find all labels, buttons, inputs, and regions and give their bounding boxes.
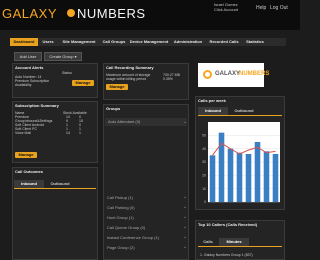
call-recording-title: Call Recording Summary (106, 65, 154, 70)
chart-bar (227, 148, 234, 202)
account-alerts-status-header: Status (62, 71, 72, 75)
chevron-down-icon: ⌄ (183, 244, 188, 250)
top-callers-row: 1. Galaxy Numbers Group 1 (837) (200, 253, 253, 257)
group-item-call-parking[interactable]: Call Parking (0) (107, 205, 135, 210)
top-callers-tab-calls[interactable]: Calls (198, 238, 218, 246)
group-item-call-pickup[interactable]: Call Pickup (1) (107, 195, 133, 200)
chart-bar (209, 155, 216, 202)
top-callers-title: Top 10 Callers (Calls Received) (198, 222, 258, 227)
calls-per-week-tab-inbound[interactable]: Inbound (198, 107, 228, 115)
chevron-down-icon: ⌄ (183, 194, 188, 200)
group-item-page-group[interactable]: Page Group (2) (107, 245, 135, 250)
account-alerts-title: Account Alerts (15, 65, 44, 70)
calls-per-week-title: Calls per week (198, 98, 226, 103)
top-callers-tab-minutes[interactable]: Minutes (219, 238, 249, 246)
call-recording-value-2: 0.35% (163, 77, 173, 81)
chart-bar (254, 142, 261, 202)
chevron-down-icon: ▾ (74, 54, 77, 59)
groups-selected-label: Auto Attendant (0) (108, 119, 141, 124)
group-item-hunt-group[interactable]: Hunt Group (1) (107, 215, 134, 220)
brand-logo-dot-icon (67, 9, 75, 17)
subscription-row-extra: 1 (79, 131, 81, 135)
promo-brand-text-2: NUMBERS (239, 71, 270, 77)
create-group-label: Create Group (49, 54, 74, 59)
call-outcomes-tab-outbound[interactable]: Outbound (45, 180, 75, 188)
account-alerts-manage-button[interactable]: Manage (72, 80, 94, 86)
promo-logo-panel: GALAXY NUMBERS (198, 63, 269, 87)
tab-statistics[interactable]: Statistics (243, 38, 267, 46)
account-alerts-body: Auto Number: 14 Premium Subscription Ava… (15, 75, 50, 87)
chart-y-tick-label: 30 (202, 160, 206, 164)
top-callers-tab-underline (198, 246, 282, 247)
chart-bar (272, 154, 279, 202)
group-item-instant-conference[interactable]: Instant Conference Group (1) (107, 235, 159, 240)
chevron-down-icon: ⌄ (183, 234, 188, 240)
subscription-summary-title: Subscription Summary (15, 103, 59, 108)
chevron-down-icon: ⌄ (183, 204, 188, 210)
groups-selected-item[interactable]: Auto Attendant (0) (105, 118, 187, 126)
chevron-down-icon: ⌄ (183, 224, 188, 230)
chart-bar (245, 154, 252, 202)
brand-swirl-icon (203, 70, 212, 79)
call-recording-label-2: usage within billing period (106, 77, 147, 81)
call-outcomes-title: Call Outcomes (15, 169, 44, 174)
subscription-manage-button[interactable]: Manage (15, 152, 37, 158)
chevron-down-icon: ⌄ (183, 119, 188, 125)
chart-y-tick-label: 20 (202, 174, 206, 178)
calls-per-week-tab-outbound[interactable]: Outbound (229, 107, 259, 115)
tab-administration[interactable]: Administration (172, 38, 204, 46)
chart-y-tick-label: 0 (204, 200, 206, 204)
create-group-select[interactable]: Create Group ▾ (44, 52, 82, 61)
promo-brand-text-1: GALAXY (215, 71, 241, 77)
brand-logo-text: NUMBERS (77, 6, 146, 21)
user-account-link[interactable]: Click Account (214, 7, 238, 12)
logout-link[interactable]: Log Out (270, 5, 288, 11)
add-user-button[interactable]: Add User (14, 52, 42, 61)
tab-users[interactable]: Users (40, 38, 56, 46)
chart-y-tick-label: 50 (202, 134, 206, 138)
groups-title: Groups (106, 106, 121, 111)
help-link[interactable]: Help (256, 5, 266, 11)
calls-per-week-tab-underline (198, 115, 282, 116)
call-outcomes-tab-inbound[interactable]: Inbound (14, 180, 44, 188)
tab-call-groups[interactable]: Call Groups (101, 38, 127, 46)
call-outcomes-tab-underline (14, 188, 96, 189)
call-recording-manage-button[interactable]: Manage (106, 84, 128, 90)
tab-recorded-calls[interactable]: Recorded Calls (206, 38, 242, 46)
tab-site-management[interactable]: Site Management (58, 38, 100, 46)
subscription-row-value: 14 (66, 131, 70, 135)
subscription-row-name: Voice Mail (15, 131, 31, 135)
user-info: Israel Gomez Click Account (214, 2, 238, 12)
chart-bar (263, 151, 270, 202)
chart-bar (236, 152, 243, 202)
tab-dashboard[interactable]: Dashboard (10, 38, 38, 46)
group-item-call-queue[interactable]: Call Queue Group (0) (107, 225, 145, 230)
chart-y-tick-label: 40 (202, 147, 206, 151)
chevron-down-icon: ⌄ (183, 214, 188, 220)
brand-logo[interactable]: GALAXY (2, 6, 57, 21)
tab-device-management[interactable]: Device Management (128, 38, 170, 46)
calls-per-week-chart: 0 10 20 30 40 50 (202, 122, 280, 204)
chart-y-tick-label: 10 (202, 187, 206, 191)
